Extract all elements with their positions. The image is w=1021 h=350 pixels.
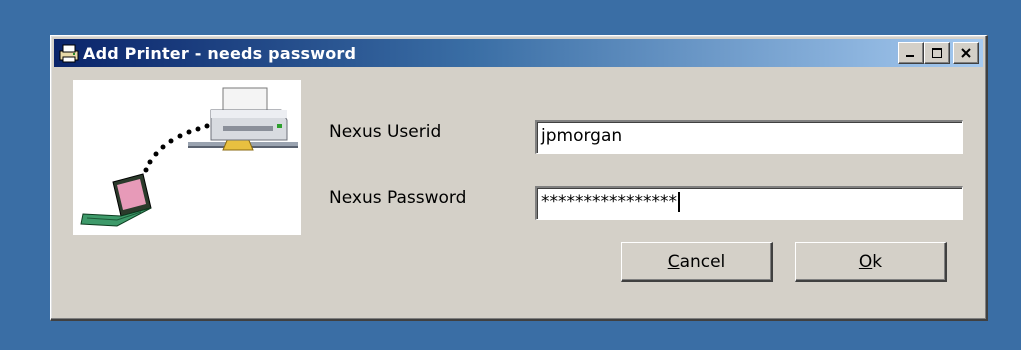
add-printer-dialog: Add Printer - needs password Nexus Useri… (50, 35, 988, 321)
maximize-button[interactable] (924, 42, 950, 64)
printer-network-illustration (73, 80, 301, 235)
printer-icon (210, 87, 288, 141)
close-button[interactable] (953, 42, 979, 64)
text-caret (678, 192, 680, 212)
userid-label: Nexus Userid (329, 122, 442, 142)
ok-mnemonic: O (858, 251, 873, 272)
ok-label-rest: k (872, 251, 883, 272)
cancel-mnemonic: C (667, 251, 680, 272)
window-controls (898, 42, 979, 64)
printer-window-icon (58, 42, 80, 64)
close-icon (961, 48, 971, 58)
password-label: Nexus Password (329, 188, 467, 208)
minimize-button[interactable] (898, 42, 924, 64)
minimize-icon (906, 55, 914, 57)
maximize-icon (932, 48, 942, 58)
laptop-icon (80, 173, 152, 227)
password-value: **************** (541, 192, 677, 212)
ok-button[interactable]: Ok (795, 242, 947, 282)
userid-value: jpmorgan (541, 126, 623, 146)
title-bar[interactable]: Add Printer - needs password (54, 39, 983, 67)
userid-field[interactable]: jpmorgan (535, 120, 963, 154)
password-field[interactable]: **************** (535, 186, 963, 220)
cancel-button[interactable]: Cancel (621, 242, 773, 282)
window-title: Add Printer - needs password (83, 43, 357, 63)
cancel-label-rest: ancel (679, 251, 726, 272)
